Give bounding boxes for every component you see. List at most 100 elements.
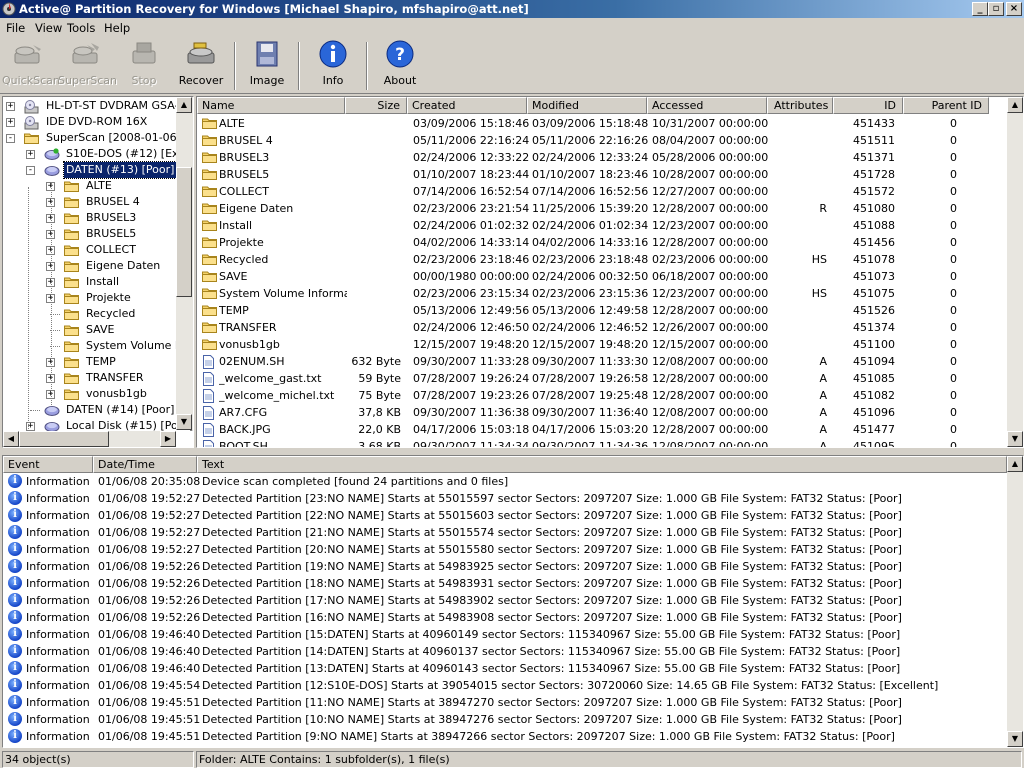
table-row[interactable]: AR7.CFG 37,8 KB 09/30/2007 11:36:38 09/30/2… (197, 404, 1007, 421)
log-row[interactable]: i Information 01/06/08 19:52:27 Detected Pa… (3, 524, 1003, 541)
recover-button[interactable]: Recover (176, 39, 226, 91)
log-row[interactable]: i Information 01/06/08 19:46:40 Detected Pa… (3, 626, 1003, 643)
image-button[interactable]: Image (244, 39, 290, 91)
table-row[interactable]: _welcome_gast.txt 59 Byte 07/28/2007 19:26… (197, 370, 1007, 387)
table-row[interactable]: vonusb1gb 12/15/2007 19:48:20 12/15/2007 1… (197, 336, 1007, 353)
log-scroll-down-button[interactable]: ▼ (1007, 731, 1023, 747)
column-header-modified[interactable]: Modified (527, 97, 647, 114)
column-header-text[interactable]: Text (197, 456, 1007, 473)
column-header-size[interactable]: Size (345, 97, 407, 114)
column-header-event[interactable]: Event (3, 456, 93, 473)
tree-item-label[interactable]: IDE DVD-ROM 16X (44, 114, 149, 130)
stop-button[interactable]: Stop (120, 39, 168, 91)
log-row[interactable]: i Information 01/06/08 19:52:27 Detected Pa… (3, 507, 1003, 524)
close-button[interactable]: × (1006, 2, 1022, 16)
file-list-scrollbar[interactable]: ▲ ▼ (1007, 97, 1023, 447)
table-row[interactable]: SAVE 00/00/1980 00:00:00 02/24/2006 00:32:… (197, 268, 1007, 285)
table-row[interactable]: COLLECT 07/14/2006 16:52:54 07/14/2006 16:… (197, 183, 1007, 200)
log-row[interactable]: i Information 01/06/08 19:52:26 Detected Pa… (3, 592, 1003, 609)
log-row[interactable]: i Information 01/06/08 19:45:51 Detected Pa… (3, 728, 1003, 745)
tree-vertical-scrollbar[interactable]: ▲ ▼ (176, 97, 193, 430)
table-row[interactable]: BACK.JPG 22,0 KB 04/17/2006 15:03:18 04/17/… (197, 421, 1007, 438)
log-scroll-up-button[interactable]: ▲ (1007, 456, 1023, 472)
table-row[interactable]: Install 02/24/2006 01:02:32 02/24/2006 01:… (197, 217, 1007, 234)
table-row[interactable]: BOOT.SH 3,68 KB 09/30/2007 11:34:34 09/30/2… (197, 438, 1007, 447)
tree-scroll-thumb[interactable] (176, 167, 192, 297)
minimize-button[interactable]: _ (972, 2, 988, 16)
tree-item-label[interactable]: DATEN (#13) [Poor] (62, 161, 178, 179)
tree-item-label[interactable]: vonusb1gb (84, 386, 149, 402)
file-scroll-down-button[interactable]: ▼ (1007, 431, 1023, 447)
quickscan-button[interactable]: QuickScan (2, 39, 60, 91)
tree-item-label[interactable]: SuperScan [2008-01-06 19: (44, 130, 193, 146)
table-row[interactable]: BRUSEL3 02/24/2006 12:33:22 02/24/2006 12:… (197, 149, 1007, 166)
maximize-button[interactable]: ▫ (988, 2, 1004, 16)
column-header-accessed[interactable]: Accessed (647, 97, 767, 114)
tree-item-label[interactable]: Install (84, 274, 121, 290)
file-list[interactable]: Name Size Created Modified Accessed Attribute… (196, 96, 1024, 448)
menu-tools[interactable]: Tools (67, 21, 95, 35)
event-log[interactable]: Event Date/Time Text i Information 01/06/08 … (2, 455, 1024, 748)
log-row[interactable]: i Information 01/06/08 19:46:40 Detected Pa… (3, 660, 1003, 677)
tree-scroll-up-button[interactable]: ▲ (176, 97, 192, 113)
table-row[interactable]: Projekte 04/02/2006 14:33:14 04/02/2006 14… (197, 234, 1007, 251)
table-row[interactable]: _welcome_michel.txt 75 Byte 07/28/2007 19:… (197, 387, 1007, 404)
table-row[interactable]: 02ENUM.SH 632 Byte 09/30/2007 11:33:28 09/3… (197, 353, 1007, 370)
tree-item-label[interactable]: SAVE (84, 322, 116, 338)
log-row[interactable]: i Information 01/06/08 19:52:27 Detected Pa… (3, 490, 1003, 507)
column-header-name[interactable]: Name (197, 97, 345, 114)
log-row[interactable]: i Information 01/06/08 19:45:51 Detected Pa… (3, 711, 1003, 728)
tree-scroll-left-button[interactable]: ◀ (3, 431, 19, 447)
title-bar[interactable]: Active@ Partition Recovery for Windows [… (0, 0, 1024, 18)
table-row[interactable]: Recycled 02/23/2006 23:18:46 02/23/2006 23… (197, 251, 1007, 268)
menu-help[interactable]: Help (104, 21, 130, 35)
log-row[interactable]: i Information 01/06/08 19:52:26 Detected Pa… (3, 575, 1003, 592)
column-header-attributes[interactable]: Attributes (767, 97, 833, 114)
column-header-date-time[interactable]: Date/Time (93, 456, 197, 473)
s10e-dos-12-excel-expander[interactable]: + (26, 150, 35, 159)
tree-item-label[interactable]: TRANSFER (84, 370, 146, 386)
device-tree[interactable]: + HL-DT-ST DVDRAM GSA-412 + IDE DVD-ROM 16X… (2, 96, 194, 448)
tree-item-label[interactable]: TEMP (84, 354, 118, 370)
tree-scroll-down-button[interactable]: ▼ (176, 414, 192, 430)
tree-item-label[interactable]: BRUSEL5 (84, 226, 138, 242)
table-row[interactable]: ALTE 03/09/2006 15:18:46 03/09/2006 15:18:… (197, 115, 1007, 132)
tree-item-label[interactable]: Eigene Daten (84, 258, 162, 274)
tree-item-label[interactable]: BRUSEL3 (84, 210, 138, 226)
table-row[interactable]: Eigene Daten 02/23/2006 23:21:54 11/25/200… (197, 200, 1007, 217)
hl-dt-st-dvdram-gsa-412-expander[interactable]: + (6, 102, 15, 111)
table-row[interactable]: BRUSEL 4 05/11/2006 22:16:24 05/11/2006 22… (197, 132, 1007, 149)
table-row[interactable]: TEMP 05/13/2006 12:49:56 05/13/2006 12:49:… (197, 302, 1007, 319)
about-button[interactable]: ? About (378, 39, 422, 91)
menu-view[interactable]: View (35, 21, 62, 35)
tree-item-label[interactable]: Projekte (84, 290, 133, 306)
file-scroll-up-button[interactable]: ▲ (1007, 97, 1023, 113)
tree-item-label[interactable]: DATEN (#14) [Poor] (64, 402, 176, 418)
superscan-button[interactable]: SuperScan (58, 39, 117, 91)
log-row[interactable]: i Information 01/06/08 19:46:40 Detected Pa… (3, 643, 1003, 660)
tree-horizontal-scrollbar[interactable]: ◀ ▶ (3, 431, 176, 447)
daten-13-poor--expander[interactable]: - (26, 166, 35, 175)
column-header-created[interactable]: Created (407, 97, 527, 114)
event-log-scrollbar[interactable]: ▲ ▼ (1007, 456, 1023, 747)
column-header-parent-id[interactable]: Parent ID (903, 97, 989, 114)
tree-item-label[interactable]: ALTE (84, 178, 114, 194)
log-row[interactable]: i Information 01/06/08 19:52:26 Detected Pa… (3, 609, 1003, 626)
tree-item-label[interactable]: BRUSEL 4 (84, 194, 142, 210)
tree-hscroll-thumb[interactable] (19, 431, 109, 447)
menu-file[interactable]: File (6, 21, 25, 35)
superscan-2008-01-06-19--expander[interactable]: - (6, 134, 15, 143)
log-row[interactable]: i Information 01/06/08 19:52:27 Detected Pa… (3, 541, 1003, 558)
table-row[interactable]: TRANSFER 02/24/2006 12:46:50 02/24/2006 12… (197, 319, 1007, 336)
tree-item-label[interactable]: COLLECT (84, 242, 138, 258)
log-row[interactable]: i Information 01/06/08 19:45:54 Detected Pa… (3, 677, 1003, 694)
tree-scroll-right-button[interactable]: ▶ (160, 431, 176, 447)
tree-item-label[interactable]: S10E-DOS (#12) [Excel (64, 146, 193, 162)
table-row[interactable]: System Volume Informa... 02/23/2006 23:15… (197, 285, 1007, 302)
log-row[interactable]: i Information 01/06/08 19:52:26 Detected Pa… (3, 558, 1003, 575)
log-row[interactable]: i Information 01/06/08 19:45:51 Detected Pa… (3, 694, 1003, 711)
ide-dvd-rom-16x-expander[interactable]: + (6, 118, 15, 127)
info-button[interactable]: Info (310, 39, 356, 91)
table-row[interactable]: BRUSEL5 01/10/2007 18:23:44 01/10/2007 18:… (197, 166, 1007, 183)
tree-item-label[interactable]: HL-DT-ST DVDRAM GSA-412 (44, 98, 193, 114)
